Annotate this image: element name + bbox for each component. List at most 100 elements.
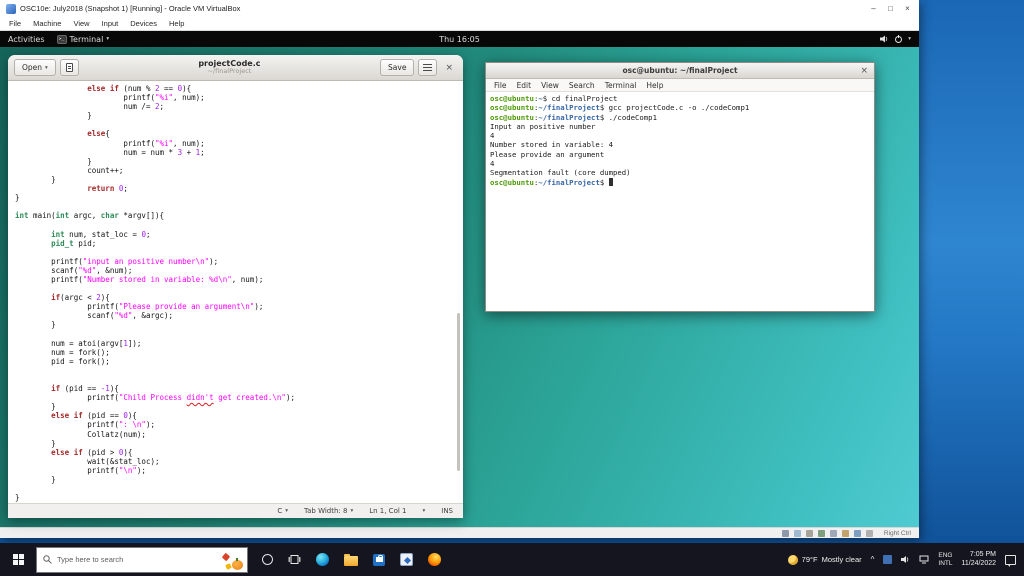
windows-desktop: OSC10e: July2018 (Snapshot 1) [Running] …	[0, 0, 1024, 576]
terminal-menu-file[interactable]: File	[489, 81, 512, 90]
new-document-button[interactable]	[59, 59, 79, 76]
hamburger-icon	[423, 67, 433, 68]
code-line: printf("Child Process didn't get created…	[87, 393, 295, 403]
usb-status-icon[interactable]	[829, 529, 837, 537]
open-button[interactable]: Open ▾	[14, 59, 56, 76]
virtualbox-menubar: File Machine View Input Devices Help	[0, 17, 919, 31]
keyboard-layout: INTL	[938, 559, 953, 567]
weather-widget[interactable]: 79°F Mostly clear	[787, 554, 862, 565]
terminal-output[interactable]: osc@ubuntu:~$ cd finalProject osc@ubuntu:…	[486, 92, 874, 311]
app-menu-button[interactable]: >_ Terminal ▾	[56, 34, 109, 44]
gedit-headerbar[interactable]: Open ▾ projectCode.c ~/finalProject Save	[8, 55, 463, 81]
virtualbox-window: OSC10e: July2018 (Snapshot 1) [Running] …	[0, 0, 919, 538]
terminal-menu-search[interactable]: Search	[564, 81, 600, 90]
code-line: printf("Please provide an argument\n");	[87, 302, 264, 312]
menu-help[interactable]: Help	[163, 19, 190, 28]
task-view-button[interactable]	[288, 554, 301, 565]
taskbar-clock[interactable]: 7:05 PM 11/24/2022	[961, 551, 996, 568]
code-editor[interactable]: else if (num % 2 == 0){ printf("%i", num…	[8, 81, 463, 503]
scrollbar-thumb[interactable]	[457, 312, 460, 471]
network-status-icon[interactable]	[817, 529, 825, 537]
code-line: printf("%i", num);	[123, 93, 205, 103]
code-line: }	[87, 156, 92, 166]
windows-taskbar: 79°F Mostly clear ^ ENG INTL 7:05 PM 11/…	[0, 543, 1024, 576]
menu-devices[interactable]: Devices	[124, 19, 163, 28]
firefox-icon[interactable]	[428, 553, 441, 566]
volume-icon	[880, 35, 888, 43]
audio-status-icon[interactable]	[805, 529, 813, 537]
maximize-button[interactable]: □	[882, 0, 899, 17]
goto-line-chevron[interactable]: ▾	[422, 508, 425, 514]
virtualbox-tray-icon[interactable]	[883, 555, 893, 564]
code-line: return 0;	[87, 184, 128, 194]
terminal-menu-edit[interactable]: Edit	[512, 81, 537, 90]
code-line: }	[15, 193, 20, 203]
file-explorer-icon[interactable]	[344, 553, 358, 566]
gedit-statusbar: C ▾ Tab Width: 8 ▾ Ln 1, Col 1 ▾ INS	[8, 503, 463, 518]
terminal-line: 4	[490, 131, 495, 141]
power-icon	[895, 34, 903, 43]
language-selector[interactable]: C ▾	[277, 507, 288, 515]
terminal-close-button[interactable]: ×	[860, 63, 868, 79]
close-button[interactable]: ×	[899, 0, 916, 17]
store-icon[interactable]	[373, 553, 385, 566]
virtualbox-taskbar-icon[interactable]	[400, 553, 413, 566]
code-line: printf(": \n");	[87, 420, 155, 430]
search-box[interactable]	[36, 546, 248, 573]
display-status-icon[interactable]	[853, 529, 861, 537]
document-path: ~/finalProject	[207, 67, 252, 76]
gnome-clock[interactable]: Thu 16:05	[439, 35, 480, 44]
volume-tray-icon[interactable]	[901, 555, 910, 564]
open-button-label: Open	[22, 63, 43, 72]
terminal-app-icon: >_	[56, 34, 67, 44]
tab-width-selector[interactable]: Tab Width: 8 ▾	[304, 507, 353, 515]
minimize-button[interactable]: –	[865, 0, 882, 17]
chevron-down-icon: ▾	[285, 508, 288, 514]
code-line: }	[15, 493, 20, 503]
start-button[interactable]	[0, 543, 36, 576]
menu-file[interactable]: File	[3, 19, 27, 28]
shared-folders-status-icon[interactable]	[841, 529, 849, 537]
terminal-menu-terminal[interactable]: Terminal	[600, 81, 642, 90]
code-line: }	[51, 174, 56, 184]
code-line: printf("Number stored in variable: %d\n"…	[51, 274, 264, 284]
code-line: int main(int argc, char *argv[]){	[15, 211, 165, 221]
cd-status-icon[interactable]	[793, 529, 801, 537]
code-line: }	[51, 438, 56, 448]
code-line: printf("%i", num);	[123, 138, 205, 148]
virtualbox-titlebar[interactable]: OSC10e: July2018 (Snapshot 1) [Running] …	[0, 0, 919, 17]
terminal-menu-help[interactable]: Help	[641, 81, 668, 90]
terminal-menu-view[interactable]: View	[536, 81, 564, 90]
gedit-menu-button[interactable]	[418, 59, 438, 76]
gedit-close-button[interactable]: ×	[441, 59, 457, 76]
activities-button[interactable]: Activities	[8, 35, 45, 44]
hidden-icons-chevron[interactable]: ^	[871, 555, 875, 564]
gnome-top-bar: Activities >_ Terminal ▾ Thu 16:05 ▾	[0, 31, 919, 47]
action-center-icon[interactable]	[1005, 554, 1016, 567]
language-indicator[interactable]: ENG INTL	[938, 552, 952, 568]
hdd-status-icon[interactable]	[781, 529, 789, 537]
host-key-indicator: Right Ctrl	[883, 529, 911, 537]
mouse-integration-icon[interactable]	[865, 529, 873, 537]
terminal-titlebar[interactable]: osc@ubuntu: ~/finalProject ×	[486, 63, 874, 79]
terminal-line: 4	[490, 159, 495, 169]
network-tray-icon[interactable]	[919, 555, 929, 564]
menu-view[interactable]: View	[67, 19, 95, 28]
gedit-title-block: projectCode.c ~/finalProject	[83, 60, 376, 76]
gedit-scrollbar[interactable]	[456, 84, 461, 500]
gnome-system-menu[interactable]: ▾	[880, 34, 911, 43]
code-line: count++;	[87, 165, 124, 175]
edge-icon[interactable]	[316, 553, 329, 566]
menu-machine[interactable]: Machine	[27, 19, 67, 28]
chevron-down-icon: ▾	[350, 508, 354, 514]
save-button[interactable]: Save	[380, 59, 415, 76]
code-line: else if (pid == 0){	[51, 411, 137, 421]
code-line: pid_t pid;	[51, 238, 97, 248]
cortana-button[interactable]	[262, 554, 273, 565]
menu-input[interactable]: Input	[96, 19, 125, 28]
search-input[interactable]	[57, 555, 241, 564]
task-view-icon	[288, 555, 301, 564]
